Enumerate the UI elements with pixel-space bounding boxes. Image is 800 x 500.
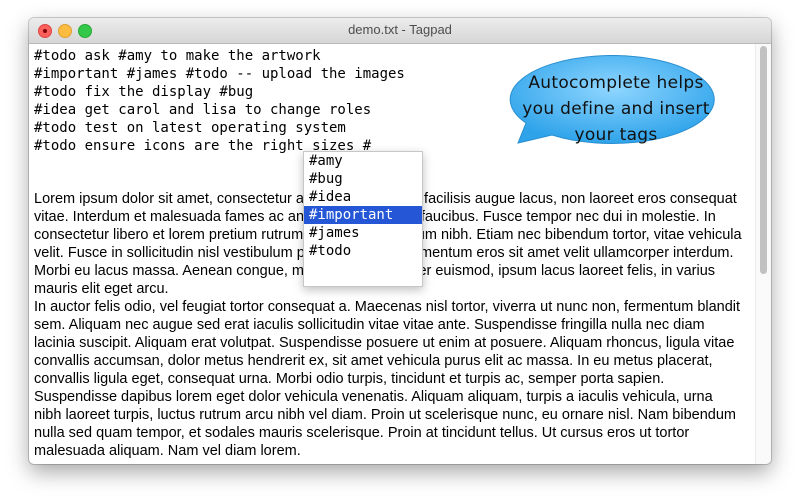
todo-line[interactable]: #idea get carol and lisa to change roles [34, 101, 405, 119]
window-title: demo.txt - Tagpad [348, 22, 452, 37]
scroll-thumb[interactable] [760, 46, 767, 274]
autocomplete-item-bug[interactable]: #bug [304, 170, 422, 188]
autocomplete-item-idea[interactable]: #idea [304, 188, 422, 206]
autocomplete-item-todo[interactable]: #todo [304, 242, 422, 260]
autocomplete-popup: #amy #bug #idea #important #james #todo [303, 151, 423, 287]
callout-line: Autocomplete helps [528, 73, 704, 93]
callout-line: your tags [574, 125, 658, 145]
autocomplete-item-important[interactable]: #important [304, 206, 422, 224]
todo-line[interactable]: #todo fix the display #bug [34, 83, 405, 101]
todo-line[interactable]: #todo ask #amy to make the artwork [34, 47, 405, 65]
todo-list: #todo ask #amy to make the artwork #impo… [34, 47, 405, 155]
todo-line[interactable]: #todo test on latest operating system [34, 119, 405, 137]
body-paragraph-line: In auctor felis odio, vel feugiat tortor… [34, 299, 741, 459]
todo-line[interactable]: #important #james #todo -- upload the im… [34, 65, 405, 83]
vertical-scrollbar[interactable] [755, 44, 771, 464]
title-bar[interactable]: demo.txt - Tagpad [29, 18, 771, 44]
autocomplete-item-james[interactable]: #james [304, 224, 422, 242]
callout-line: you define and insert [522, 99, 710, 119]
autocomplete-item-amy[interactable]: #amy [304, 152, 422, 170]
callout-text: Autocomplete helps you define and insert… [516, 70, 716, 148]
